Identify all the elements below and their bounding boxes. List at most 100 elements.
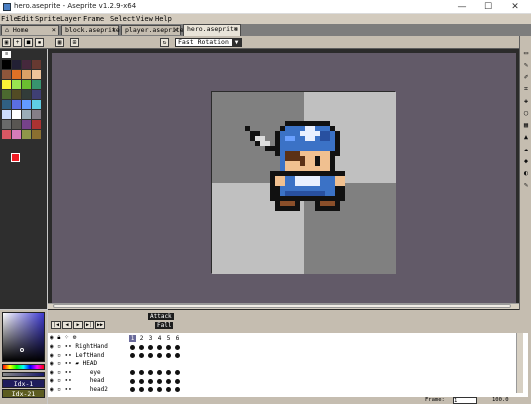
- cel-dot[interactable]: [130, 378, 135, 384]
- text-icon[interactable]: ✎: [521, 180, 531, 190]
- palette-options-icon[interactable]: ≡: [2, 51, 11, 58]
- tab-home[interactable]: ⌂ Home ×: [1, 25, 59, 35]
- continuous-icon[interactable]: ∙∙: [65, 360, 72, 367]
- zoom-value[interactable]: 100.0: [492, 397, 509, 404]
- lock-icon[interactable]: 🔒︎: [57, 334, 60, 341]
- lock-icon[interactable]: ▫: [57, 386, 61, 393]
- menu-view[interactable]: View: [136, 14, 153, 24]
- palette-swatch[interactable]: [32, 110, 41, 119]
- menu-help[interactable]: Help: [155, 14, 172, 24]
- palette-swatch[interactable]: [32, 120, 41, 129]
- foreground-color-field[interactable]: Idx-1: [2, 379, 45, 388]
- cel-dot[interactable]: [148, 353, 153, 358]
- cel-dot[interactable]: [148, 362, 153, 367]
- lock-icon[interactable]: ▫: [57, 377, 61, 384]
- palette-swatch[interactable]: [32, 80, 41, 89]
- tag-attack[interactable]: Attack: [148, 313, 174, 320]
- palette-swatch[interactable]: [2, 110, 11, 119]
- palette-swatch[interactable]: [22, 110, 31, 119]
- layer-row[interactable]: ◉ ▫ ∙∙ head2: [50, 386, 126, 394]
- layer-row[interactable]: ◉ ▫ ∙∙ eye: [50, 369, 126, 377]
- close-icon[interactable]: ×: [234, 25, 238, 34]
- eye-icon[interactable]: ◉: [50, 377, 54, 384]
- close-icon[interactable]: ×: [52, 26, 56, 35]
- palette-swatch[interactable]: [12, 60, 21, 69]
- frame-header[interactable]: 5: [165, 335, 172, 342]
- lock-icon[interactable]: ▫: [57, 352, 61, 359]
- frame-header[interactable]: 1: [129, 335, 136, 342]
- subtract-selection-icon[interactable]: ■: [24, 38, 33, 47]
- cel-dot[interactable]: [166, 362, 171, 367]
- eye-icon[interactable]: ◉: [50, 334, 54, 341]
- cel-dot[interactable]: [157, 353, 162, 358]
- cel-dot[interactable]: [130, 370, 135, 375]
- layer-row[interactable]: ◉ ▫ ∙∙ RightHand: [50, 343, 126, 351]
- transparent-color-icon[interactable]: ▦: [55, 38, 64, 47]
- frame-header[interactable]: 2: [138, 335, 145, 342]
- cel-dot[interactable]: [175, 353, 180, 358]
- last-frame-icon[interactable]: ▶▶: [95, 321, 105, 329]
- cel-dot[interactable]: [166, 387, 171, 392]
- palette-swatch[interactable]: [32, 100, 41, 109]
- palette-swatch[interactable]: [22, 90, 31, 99]
- menu-edit[interactable]: Edit: [17, 14, 34, 24]
- pencil-icon[interactable]: ✎: [521, 60, 531, 70]
- fill-icon[interactable]: ▦: [521, 120, 531, 130]
- folder-icon[interactable]: ▰: [75, 360, 79, 367]
- rotation-algorithm-select[interactable]: Fast Rotation ▼: [175, 38, 242, 47]
- tab-hero[interactable]: hero.aseprite ×: [183, 24, 241, 36]
- palette-swatch[interactable]: [2, 130, 11, 139]
- blur-icon[interactable]: ☁: [521, 144, 531, 154]
- palette-swatch[interactable]: [22, 70, 31, 79]
- next-frame-icon[interactable]: ▶|: [84, 321, 94, 329]
- ellipse-icon[interactable]: ◯: [521, 108, 531, 118]
- cel-dot[interactable]: [139, 362, 144, 367]
- menu-layer[interactable]: Layer: [60, 14, 81, 24]
- tag-fall[interactable]: Fall: [155, 322, 174, 329]
- palette-swatch[interactable]: [12, 70, 21, 79]
- minimize-button[interactable]: —: [452, 0, 472, 14]
- palette-swatch[interactable]: [12, 90, 21, 99]
- continuous-icon[interactable]: ∙∙: [65, 343, 72, 350]
- palette-swatch[interactable]: [22, 120, 31, 129]
- continuous-icon[interactable]: ∙∙: [65, 369, 72, 376]
- palette-swatch[interactable]: [2, 60, 11, 69]
- move-icon[interactable]: ✚: [521, 96, 531, 106]
- cel-dot[interactable]: [157, 370, 162, 375]
- cel-dot[interactable]: [166, 344, 171, 350]
- frame-field[interactable]: 1: [453, 397, 477, 404]
- continuous-icon[interactable]: ∙∙: [65, 386, 72, 393]
- close-button[interactable]: ✕: [505, 0, 525, 14]
- menu-select[interactable]: Select: [110, 14, 135, 24]
- cel-dot[interactable]: [157, 362, 162, 367]
- rectangular-marquee-icon[interactable]: ▭: [521, 48, 531, 58]
- lock-icon[interactable]: ▫: [57, 343, 61, 350]
- close-icon[interactable]: ×: [112, 26, 116, 35]
- eye-icon[interactable]: ◉: [50, 386, 54, 393]
- paint-bucket-icon[interactable]: ▲: [521, 132, 531, 142]
- cel-dot[interactable]: [130, 387, 135, 392]
- palette-swatch[interactable]: [32, 60, 41, 69]
- palette-swatch[interactable]: [2, 80, 11, 89]
- cel-dot[interactable]: [139, 353, 144, 358]
- play-icon[interactable]: ▶: [73, 321, 83, 329]
- palette-swatch[interactable]: [12, 130, 21, 139]
- palette-swatch[interactable]: [22, 130, 31, 139]
- lock-icon[interactable]: ▫: [57, 369, 61, 376]
- selection-mode-icon[interactable]: ▣: [2, 38, 11, 47]
- cel-dot[interactable]: [148, 387, 153, 392]
- cel-dot[interactable]: [175, 387, 180, 392]
- first-frame-icon[interactable]: |◀: [51, 321, 61, 329]
- layer-row[interactable]: ◉ ▫ ∙∙ head: [50, 377, 126, 385]
- gear-icon[interactable]: ⚙: [73, 334, 77, 341]
- lock-icon[interactable]: ▫: [57, 360, 61, 367]
- cel-dot[interactable]: [175, 370, 180, 375]
- add-selection-icon[interactable]: +: [13, 38, 22, 47]
- pivot-icon[interactable]: ⊞: [70, 38, 79, 47]
- cel-dot[interactable]: [175, 362, 180, 367]
- background-color-field[interactable]: Idx-21: [2, 389, 45, 398]
- timeline-vertical-scrollbar[interactable]: [516, 333, 523, 393]
- horizontal-scrollbar-thumb[interactable]: [53, 304, 511, 308]
- tab-block[interactable]: block.aseprite ×: [61, 25, 120, 35]
- cel-dot[interactable]: [148, 344, 153, 350]
